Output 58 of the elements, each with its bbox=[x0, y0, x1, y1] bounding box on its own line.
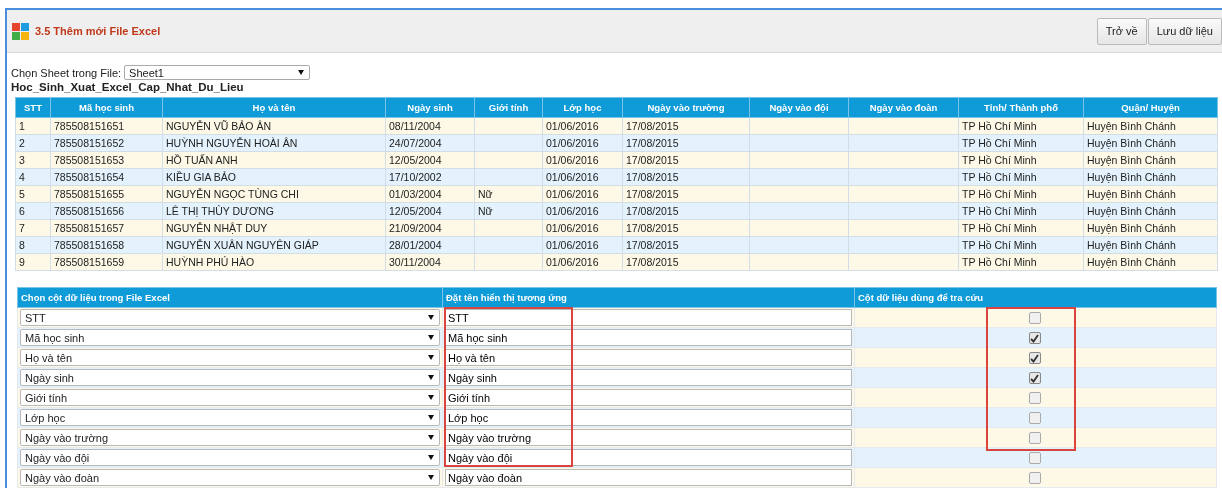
display-name-field[interactable]: Giới tính bbox=[445, 389, 852, 406]
lookup-checkbox[interactable] bbox=[1028, 392, 1041, 405]
column-header: Tỉnh/ Thành phố bbox=[958, 97, 1084, 118]
caret-icon bbox=[428, 335, 434, 340]
display-name-field[interactable]: Ngày vào đoàn bbox=[445, 469, 852, 486]
lookup-checkbox[interactable] bbox=[1028, 312, 1041, 325]
display-name-field[interactable]: Mã học sinh bbox=[445, 329, 852, 346]
display-name-field[interactable]: Ngày sinh bbox=[445, 369, 852, 386]
display-name-field[interactable]: Họ và tên bbox=[445, 349, 852, 366]
lookup-checkbox[interactable] bbox=[1028, 452, 1041, 465]
caret-icon bbox=[298, 70, 305, 75]
column-header: Giới tính bbox=[474, 97, 543, 118]
lookup-checkbox[interactable] bbox=[1028, 412, 1041, 425]
column-header: Quận/ Huyện bbox=[1083, 97, 1218, 118]
column-header: STT bbox=[15, 97, 51, 118]
column-select[interactable]: Ngày vào đội bbox=[20, 449, 440, 466]
column-header: Mã học sinh bbox=[50, 97, 163, 118]
display-name-field[interactable]: Ngày vào trường bbox=[445, 429, 852, 446]
header-button[interactable]: Trở về bbox=[1096, 17, 1147, 45]
column-select[interactable]: Họ và tên bbox=[20, 349, 440, 366]
column-select[interactable]: Ngày vào đoàn bbox=[20, 469, 440, 486]
column-select[interactable]: Ngày sinh bbox=[20, 369, 440, 386]
column-header: Đặt tên hiển thị tương ứng bbox=[442, 287, 855, 308]
column-select[interactable]: Ngày vào trường bbox=[20, 429, 440, 446]
lookup-checkbox[interactable] bbox=[1028, 352, 1041, 365]
caret-icon bbox=[428, 355, 434, 360]
column-header: Ngày vào đội bbox=[749, 97, 849, 118]
column-select[interactable]: Giới tính bbox=[20, 389, 440, 406]
caret-icon bbox=[428, 315, 434, 320]
display-name-field[interactable]: Lớp học bbox=[445, 409, 852, 426]
lookup-checkbox[interactable] bbox=[1028, 472, 1041, 485]
display-name-field[interactable]: STT bbox=[445, 309, 852, 326]
display-name-field[interactable]: Ngày vào đội bbox=[445, 449, 852, 466]
file-name: Hoc_Sinh_Xuat_Excel_Cap_Nhat_Du_Lieu bbox=[11, 81, 245, 93]
sheet-label: Chọn Sheet trong File: bbox=[11, 66, 122, 79]
header-button[interactable]: Lưu dữ liệu bbox=[1147, 17, 1222, 45]
column-header: Chọn cột dữ liệu trong File Excel bbox=[17, 287, 443, 308]
caret-icon bbox=[428, 415, 434, 420]
lookup-checkbox[interactable] bbox=[1028, 372, 1041, 385]
lookup-checkbox[interactable] bbox=[1028, 432, 1041, 445]
column-header: Ngày vào đoàn bbox=[848, 97, 959, 118]
caret-icon bbox=[428, 455, 434, 460]
sheet-select[interactable]: Sheet1 bbox=[124, 65, 311, 80]
column-header: Lớp học bbox=[542, 97, 623, 118]
lookup-checkbox[interactable] bbox=[1028, 332, 1041, 345]
caret-icon bbox=[428, 475, 434, 480]
column-header: Cột dữ liệu dùng để tra cứu bbox=[854, 287, 1217, 308]
caret-icon bbox=[428, 435, 434, 440]
page-title: 3.5 Thêm mới File Excel bbox=[35, 25, 161, 37]
caret-icon bbox=[428, 395, 434, 400]
column-header: Ngày vào trường bbox=[622, 97, 750, 118]
column-header: Ngày sinh bbox=[385, 97, 475, 118]
column-header: Họ và tên bbox=[162, 97, 386, 118]
column-select[interactable]: STT bbox=[20, 309, 440, 326]
column-select[interactable]: Mã học sinh bbox=[20, 329, 440, 346]
caret-icon bbox=[428, 375, 434, 380]
column-select[interactable]: Lớp học bbox=[20, 409, 440, 426]
tiles-icon bbox=[12, 22, 29, 40]
